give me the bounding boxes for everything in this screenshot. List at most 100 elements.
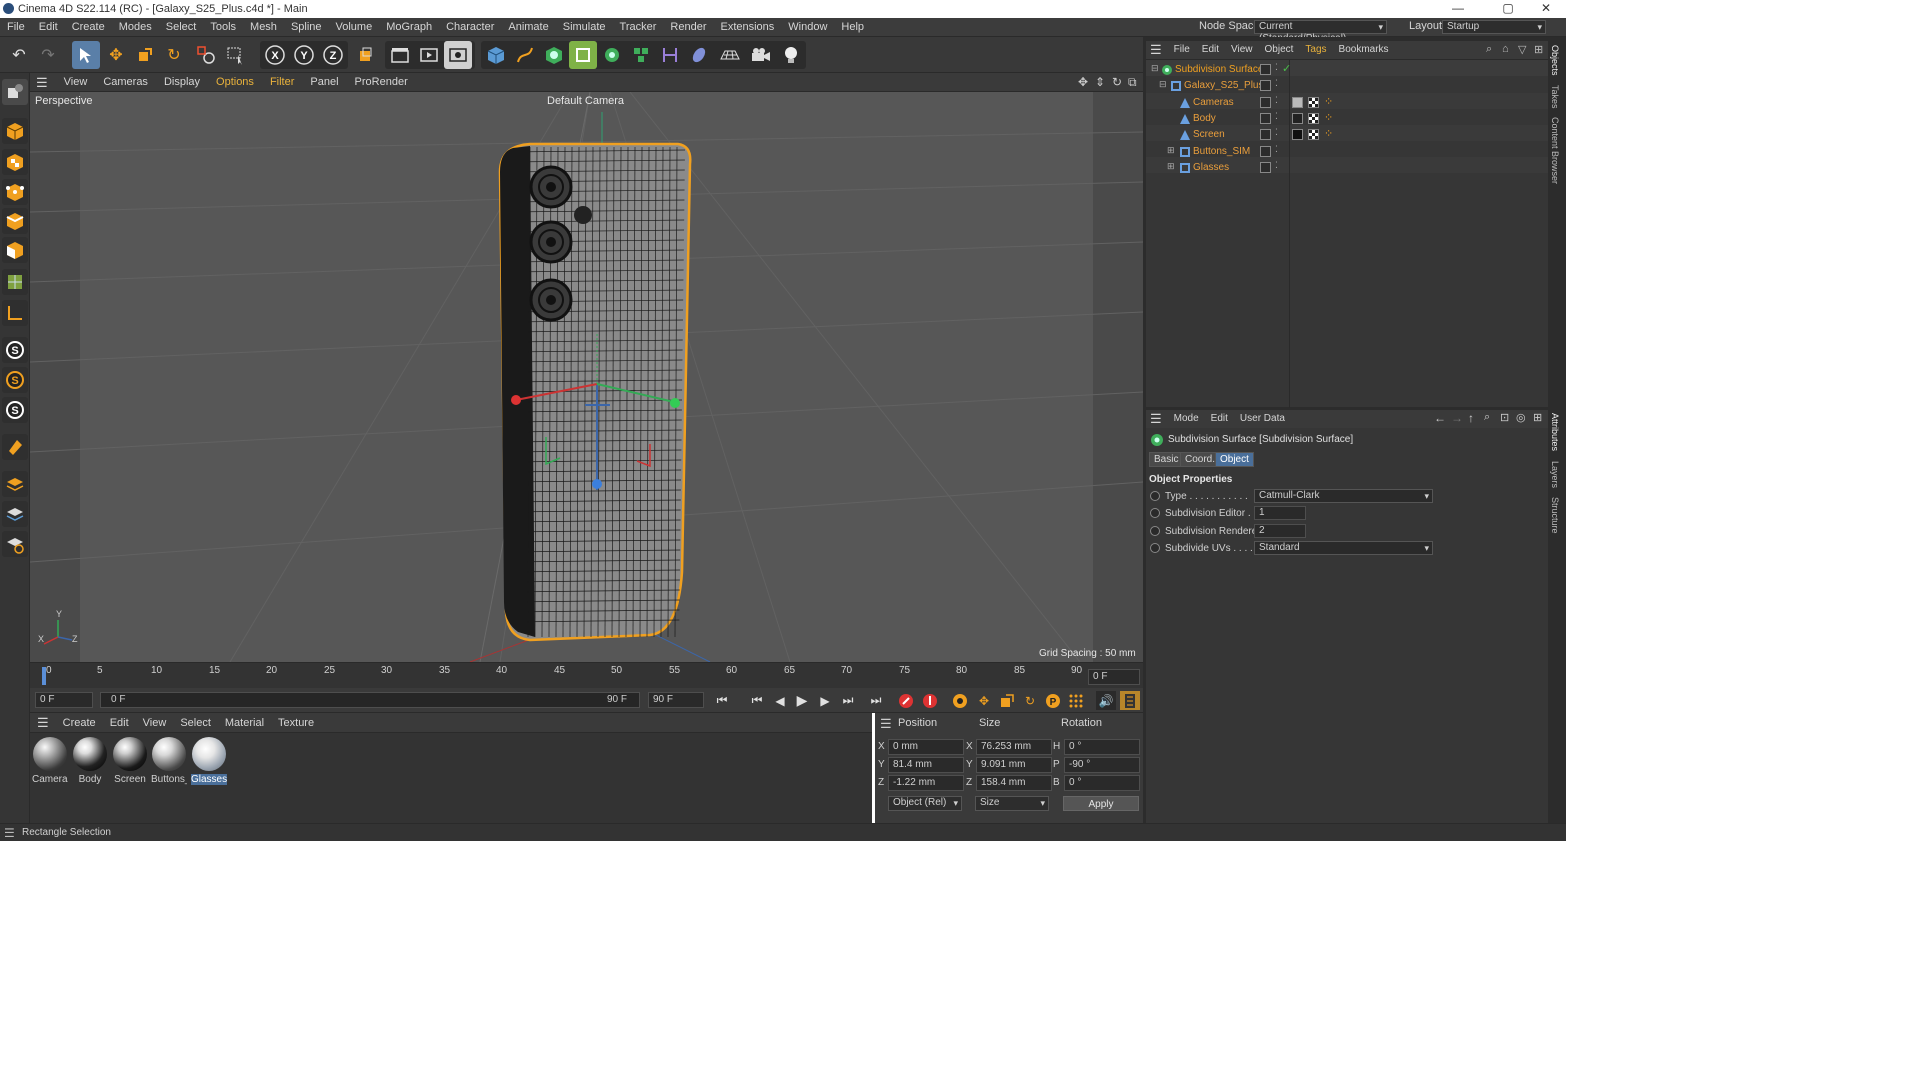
timeline-ruler[interactable]: 0 5 10 15 20 25 30 35 40 45 50 55 60 65 …	[30, 662, 1143, 688]
side-tab-attributes[interactable]: Attributes	[1550, 413, 1560, 451]
recent-tools-button[interactable]	[192, 41, 220, 69]
position-key-button[interactable]: ✥	[974, 691, 994, 710]
viewport-menu-icon[interactable]: ☰	[30, 73, 56, 92]
visibility-dots-icon[interactable]: ⁚	[1275, 111, 1278, 122]
start-frame-field[interactable]: 0 F	[35, 692, 93, 708]
redo-button[interactable]: ↷	[34, 41, 62, 69]
material-swatch[interactable]: Body	[72, 737, 108, 785]
material-swatch[interactable]: Cameras	[32, 737, 68, 785]
timeline-window-button[interactable]	[1120, 691, 1140, 710]
material-menu-edit[interactable]: Edit	[103, 713, 136, 733]
workplane-button[interactable]	[2, 300, 28, 326]
points-mode-button[interactable]	[2, 179, 28, 205]
solo-hierarchy-button[interactable]	[2, 531, 28, 557]
pen-button[interactable]	[511, 41, 539, 69]
visibility-dots-icon[interactable]: ⁚	[1275, 160, 1278, 171]
node-space-dropdown[interactable]: Current (Standard/Physical)	[1254, 20, 1387, 44]
model-mode-button[interactable]	[2, 118, 28, 144]
size-mode-dropdown[interactable]: Size	[975, 796, 1049, 811]
menu-mesh[interactable]: Mesh	[243, 18, 284, 37]
maximize-button[interactable]: ▢	[1488, 1, 1528, 17]
viewport-menu-options[interactable]: Options	[208, 73, 262, 92]
object-menu-view[interactable]: View	[1225, 41, 1259, 59]
size-z-field[interactable]: 158.4 mm	[976, 775, 1052, 791]
size-y-field[interactable]: 9.091 mm	[976, 757, 1052, 773]
minimize-button[interactable]: —	[1438, 1, 1478, 17]
menu-tools[interactable]: Tools	[203, 18, 243, 37]
size-x-field[interactable]: 76.253 mm	[976, 739, 1052, 755]
object-menu-object[interactable]: Object	[1259, 41, 1300, 59]
visibility-dots-icon[interactable]: ⁚	[1275, 95, 1278, 106]
camera-button[interactable]	[747, 41, 775, 69]
position-z-field[interactable]: -1.22 mm	[888, 775, 964, 791]
position-x-field[interactable]: 0 mm	[888, 739, 964, 755]
selection-tag-icon[interactable]: ⁘	[1324, 127, 1333, 140]
viewport-zoom-icon[interactable]: ⇕	[1095, 75, 1105, 89]
subdivide-uvs-dropdown[interactable]: Standard	[1254, 541, 1433, 555]
animate-type-radio[interactable]	[1150, 491, 1160, 501]
edit-toggle-icon[interactable]	[1260, 146, 1271, 157]
scale-key-button[interactable]	[997, 691, 1017, 710]
current-frame-field[interactable]: 0 F	[1088, 669, 1140, 685]
viewport-menu-prorender[interactable]: ProRender	[347, 73, 416, 92]
material-tag-icon[interactable]	[1292, 97, 1303, 108]
lock-x-axis-button[interactable]: X	[261, 41, 289, 69]
move-tool-button[interactable]: ✥	[102, 41, 130, 69]
material-menu-icon[interactable]: ☰	[30, 713, 56, 733]
edit-toggle-icon[interactable]	[1260, 80, 1271, 91]
rotation-b-field[interactable]: 0 °	[1064, 775, 1140, 791]
enabled-check-icon[interactable]: ✓	[1282, 62, 1291, 75]
lock-icon[interactable]: ⊡	[1500, 411, 1509, 424]
menu-mograph[interactable]: MoGraph	[379, 18, 439, 37]
viewport-menu-view[interactable]: View	[56, 73, 96, 92]
play-button[interactable]: ▶	[792, 691, 812, 710]
material-tag-icon[interactable]	[1292, 129, 1303, 140]
uv-mode-button[interactable]	[2, 269, 28, 295]
menu-file[interactable]: File	[0, 18, 32, 37]
render-picture-viewer-button[interactable]	[415, 41, 443, 69]
status-menu-icon[interactable]: ☰	[4, 826, 15, 840]
next-key-button[interactable]: ⏭	[838, 691, 858, 710]
side-tab-structure[interactable]: Structure	[1550, 497, 1560, 534]
edit-toggle-icon[interactable]	[1260, 113, 1271, 124]
floor-button[interactable]	[716, 41, 744, 69]
side-tab-takes[interactable]: Takes	[1550, 85, 1560, 109]
close-button[interactable]: ✕	[1526, 1, 1566, 17]
object-search-icon[interactable]: ⌕	[1486, 43, 1492, 56]
visibility-dots-icon[interactable]: ⁚	[1275, 62, 1278, 73]
object-row[interactable]: ⊞ Glasses ⁚	[1146, 160, 1548, 176]
texture-tag-icon[interactable]	[1308, 97, 1319, 108]
material-menu-material[interactable]: Material	[218, 713, 271, 733]
material-menu-select[interactable]: Select	[173, 713, 218, 733]
subdivision-renderer-field[interactable]: 2	[1254, 524, 1306, 538]
keyframe-selection-button[interactable]	[950, 691, 970, 710]
go-to-end-button[interactable]: ⏭	[866, 691, 886, 710]
visibility-dots-icon[interactable]: ⁚	[1275, 78, 1278, 89]
coordinates-menu-icon[interactable]: ☰	[880, 716, 892, 732]
material-menu-create[interactable]: Create	[56, 713, 103, 733]
edit-toggle-icon[interactable]	[1260, 162, 1271, 173]
subdivision-editor-field[interactable]: 1	[1254, 506, 1306, 520]
animate-editor-radio[interactable]	[1150, 508, 1160, 518]
rotate-tool-button[interactable]: ↻	[160, 41, 188, 69]
viewport-menu-panel[interactable]: Panel	[302, 73, 346, 92]
texture-tag-icon[interactable]	[1308, 113, 1319, 124]
object-menu-tags[interactable]: Tags	[1299, 41, 1332, 59]
edit-toggle-icon[interactable]	[1260, 64, 1271, 75]
animate-renderer-radio[interactable]	[1150, 526, 1160, 536]
viewport-menu-display[interactable]: Display	[156, 73, 208, 92]
enable-snap-button[interactable]: S	[2, 367, 28, 393]
menu-animate[interactable]: Animate	[501, 18, 555, 37]
material-swatch-selected[interactable]: Glasses	[191, 737, 227, 785]
effector-button[interactable]	[627, 41, 655, 69]
coordinate-mode-dropdown[interactable]: Object (Rel)	[888, 796, 962, 811]
extrude-button[interactable]	[569, 41, 597, 69]
object-row[interactable]: ⊞ Buttons_SIM ⁚	[1146, 144, 1548, 160]
object-new-window-icon[interactable]: ⊞	[1534, 43, 1543, 56]
side-tab-content-browser[interactable]: Content Browser	[1550, 117, 1560, 184]
cloner-button[interactable]	[598, 41, 626, 69]
cube-button[interactable]	[482, 41, 510, 69]
sound-button[interactable]: 🔊	[1096, 691, 1116, 710]
up-arrow-icon[interactable]: ↑	[1468, 411, 1474, 425]
viewport-move-icon[interactable]: ✥	[1078, 75, 1088, 89]
